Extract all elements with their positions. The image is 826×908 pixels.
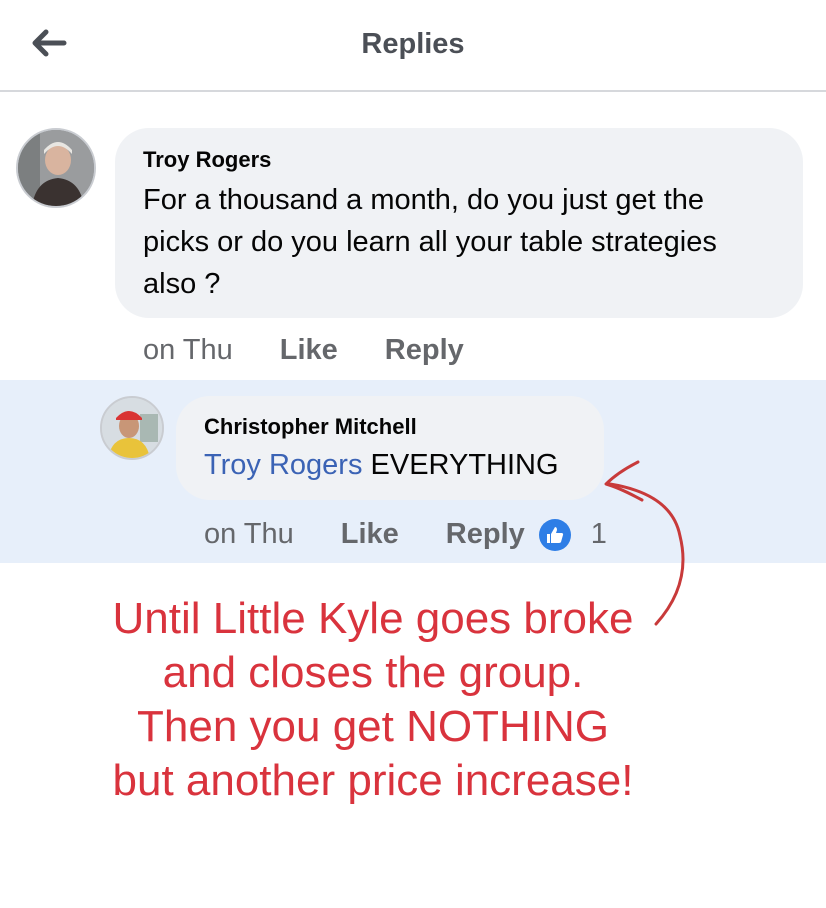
like-button[interactable]: Like [341, 518, 399, 551]
reply-text-line: Troy Rogers EVERYTHING [204, 446, 576, 484]
comment-bubble: Troy Rogers For a thousand a month, do y… [115, 128, 803, 318]
comment-timestamp: on Thu [143, 334, 233, 366]
header-bar: Replies [0, 0, 826, 92]
reply-timestamp: on Thu [204, 518, 294, 550]
reply-bubble: Christopher Mitchell Troy Rogers EVERYTH… [176, 396, 604, 500]
reply-button[interactable]: Reply [446, 518, 525, 551]
comment-text: For a thousand a month, do you just get … [143, 184, 717, 300]
page-title: Replies [361, 28, 465, 60]
annotation-note: Until Little Kyle goes broke and closes … [112, 594, 634, 805]
avatar[interactable] [100, 396, 164, 460]
avatar[interactable] [16, 128, 96, 208]
person-photo-icon [18, 130, 94, 206]
reply-actions: on Thu Like Reply 1 [204, 518, 607, 551]
person-photo-icon [102, 398, 162, 458]
reply-author[interactable]: Christopher Mitchell [204, 414, 576, 440]
reply-text: EVERYTHING [370, 449, 559, 481]
comment-actions: on Thu Like Reply [143, 334, 464, 367]
comment-author[interactable]: Troy Rogers [143, 147, 775, 173]
like-button[interactable]: Like [280, 334, 338, 367]
reply-button[interactable]: Reply [385, 334, 464, 367]
thumbs-up-icon[interactable] [538, 518, 571, 551]
mention-link[interactable]: Troy Rogers [204, 449, 362, 481]
